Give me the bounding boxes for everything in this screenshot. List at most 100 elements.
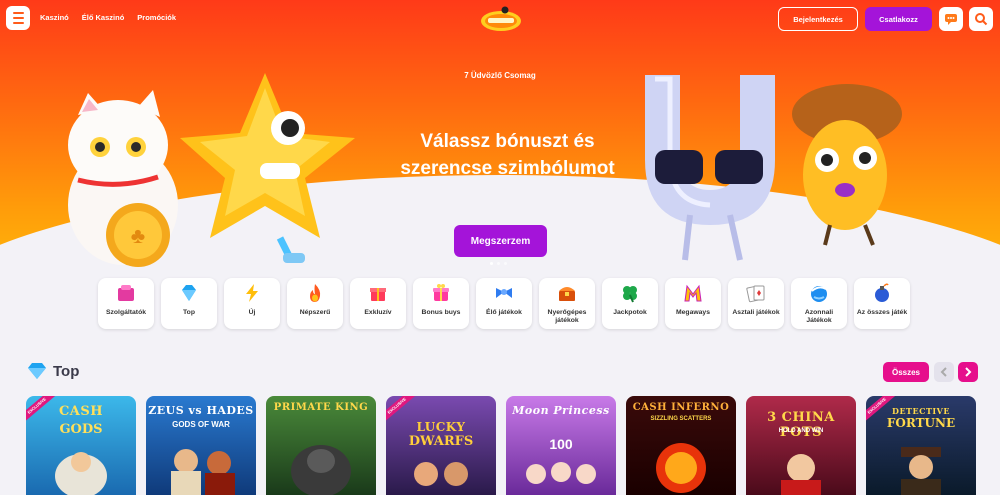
carousel-dot[interactable] [504, 262, 507, 265]
category-label: Azonnali Játékok [804, 309, 834, 324]
category-label: Szolgáltatók [105, 309, 147, 316]
prev-arrow-button[interactable] [934, 362, 954, 382]
game-art [171, 449, 235, 495]
main-nav: Kaszinó Élő Kaszinó Promóciók [40, 13, 176, 22]
game-card-primate-king[interactable]: PRIMATE KING [266, 396, 376, 495]
game-title: PRIMATE KING [273, 402, 369, 413]
join-button[interactable]: Csatlakozz [865, 7, 932, 31]
category-label: Az összes játék [856, 309, 908, 316]
diamond-icon [28, 363, 46, 379]
carousel-dots [490, 262, 507, 265]
game-subtitle: GODS OF WAR [172, 420, 230, 429]
promo-title-line1: Válassz bónuszt és [420, 131, 595, 152]
game-title: LUCKY [416, 420, 466, 434]
site-logo[interactable] [479, 6, 523, 32]
game-card-moon-princess[interactable]: Moon Princess 100 [506, 396, 616, 495]
game-art [414, 462, 468, 486]
game-title: ZEUS vs HADES [148, 404, 254, 417]
view-all-button[interactable]: Összes [883, 362, 929, 382]
menu-button[interactable] [6, 6, 30, 30]
category-label: Top [183, 309, 195, 316]
category-azonnali[interactable]: Azonnali Játékok [791, 278, 847, 329]
ribbon-icon [496, 288, 512, 298]
game-subtitle: FORTUNE [886, 416, 956, 430]
claim-bonus-button[interactable]: Megszerzem [454, 225, 547, 257]
category-bar: Szolgáltatók Top Új Népszerű Exkluzív Bo… [98, 278, 910, 329]
category-asztali[interactable]: Asztali játékok [728, 278, 784, 329]
category-label: Új [248, 309, 256, 316]
nav-promociok[interactable]: Promóciók [137, 13, 176, 22]
category-szolgaltatok[interactable]: Szolgáltatók [98, 278, 154, 329]
game-card-3-china-pots[interactable]: 3 CHINA POTS HOLD AND WIN [746, 396, 856, 495]
game-card-zeus-vs-hades[interactable]: ZEUS vs HADES GODS OF WAR [146, 396, 256, 495]
gift-icon [370, 288, 386, 301]
category-label: Népszerű [299, 309, 331, 316]
diamond-icon [182, 285, 196, 301]
game-title: DETECTIVE [892, 406, 950, 416]
game-art [526, 462, 596, 484]
svg-text:♣: ♣ [131, 223, 145, 248]
chat-button[interactable] [939, 7, 963, 31]
section-title: Top [53, 362, 80, 380]
game-card-cash-gods[interactable]: EXCLUSIVE CASH GODS [26, 396, 136, 495]
category-uj[interactable]: Új [224, 278, 280, 329]
search-button[interactable] [969, 7, 993, 31]
globe-icon [811, 286, 827, 302]
game-subtitle: DWARFS [408, 434, 474, 449]
cards-icon [746, 285, 765, 303]
search-icon [975, 13, 988, 26]
providers-icon [118, 285, 134, 301]
top-header: Kaszinó Élő Kaszinó Promóciók Bejelentke… [0, 0, 1000, 38]
carousel-dot[interactable] [497, 262, 500, 265]
chevron-left-icon [940, 367, 947, 377]
category-exkluziv[interactable]: Exkluzív [350, 278, 406, 329]
game-carousel: EXCLUSIVE CASH GODS ZEUS vs HADES GODS O… [26, 396, 976, 495]
promo-subtitle: 7 Üdvözlő Csomag [464, 71, 536, 80]
nav-elo-kaszino[interactable]: Élő Kaszinó [82, 13, 125, 22]
clover-icon [623, 286, 637, 303]
game-subtitle: 100 [549, 436, 573, 452]
giftbox-icon [433, 284, 449, 301]
lightning-icon [246, 284, 258, 302]
game-card-cash-inferno[interactable]: CASH INFERNO SIZZLING SCATTERS [626, 396, 736, 495]
nav-kaszino[interactable]: Kaszinó [40, 13, 69, 22]
chat-icon [945, 14, 957, 25]
game-card-lucky-dwarfs[interactable]: EXCLUSIVE LUCKY DWARFS [386, 396, 496, 495]
game-title: CASH [58, 404, 104, 419]
category-label: Jackpotok [613, 309, 647, 316]
category-label: Nyerőgépes játékok [547, 309, 587, 324]
login-button[interactable]: Bejelentkezés [778, 7, 858, 31]
category-jackpotok[interactable]: Jackpotok [602, 278, 658, 329]
game-title: CASH INFERNO [632, 402, 730, 413]
category-top[interactable]: Top [161, 278, 217, 329]
bomb-icon [875, 283, 889, 302]
acorn-character-illustration [792, 84, 902, 246]
carousel-dot[interactable] [490, 262, 493, 265]
category-bonus-buys[interactable]: Bonus buys [413, 278, 469, 329]
category-elo-jatekok[interactable]: Élő játékok [476, 278, 532, 329]
category-megaways[interactable]: Megaways [665, 278, 721, 329]
promo-title-line2: szerencse szimbólumot [400, 158, 615, 179]
category-label: Megaways [675, 309, 710, 316]
promo-title: Válassz bónuszt és szerencse szimbólumot [370, 128, 645, 182]
horseshoe-character-illustration [645, 75, 775, 261]
top-section-header: Top [26, 362, 79, 380]
category-nepszeru[interactable]: Népszerű [287, 278, 343, 329]
treasure-chest-icon [559, 287, 575, 301]
category-osszes[interactable]: Az összes játék [854, 278, 910, 329]
game-title: 3 CHINA POTS [767, 410, 835, 440]
game-art [901, 447, 941, 495]
game-art [781, 454, 821, 495]
game-art [55, 452, 107, 495]
game-card-detective-fortune[interactable]: EXCLUSIVE DETECTIVE FORTUNE [866, 396, 976, 495]
game-title: Moon Princess [512, 404, 610, 417]
lucky-cat-illustration: ♣ [68, 90, 178, 267]
category-label: Élő játékok [486, 309, 522, 316]
game-subtitle: HOLD AND WIN [778, 428, 824, 434]
game-subtitle: GODS [59, 422, 103, 437]
category-label: Bonus buys [421, 309, 461, 316]
category-label: Exkluzív [364, 309, 392, 316]
game-art [291, 445, 351, 495]
next-arrow-button[interactable] [958, 362, 978, 382]
category-nyerogepes[interactable]: Nyerőgépes játékok [539, 278, 595, 329]
